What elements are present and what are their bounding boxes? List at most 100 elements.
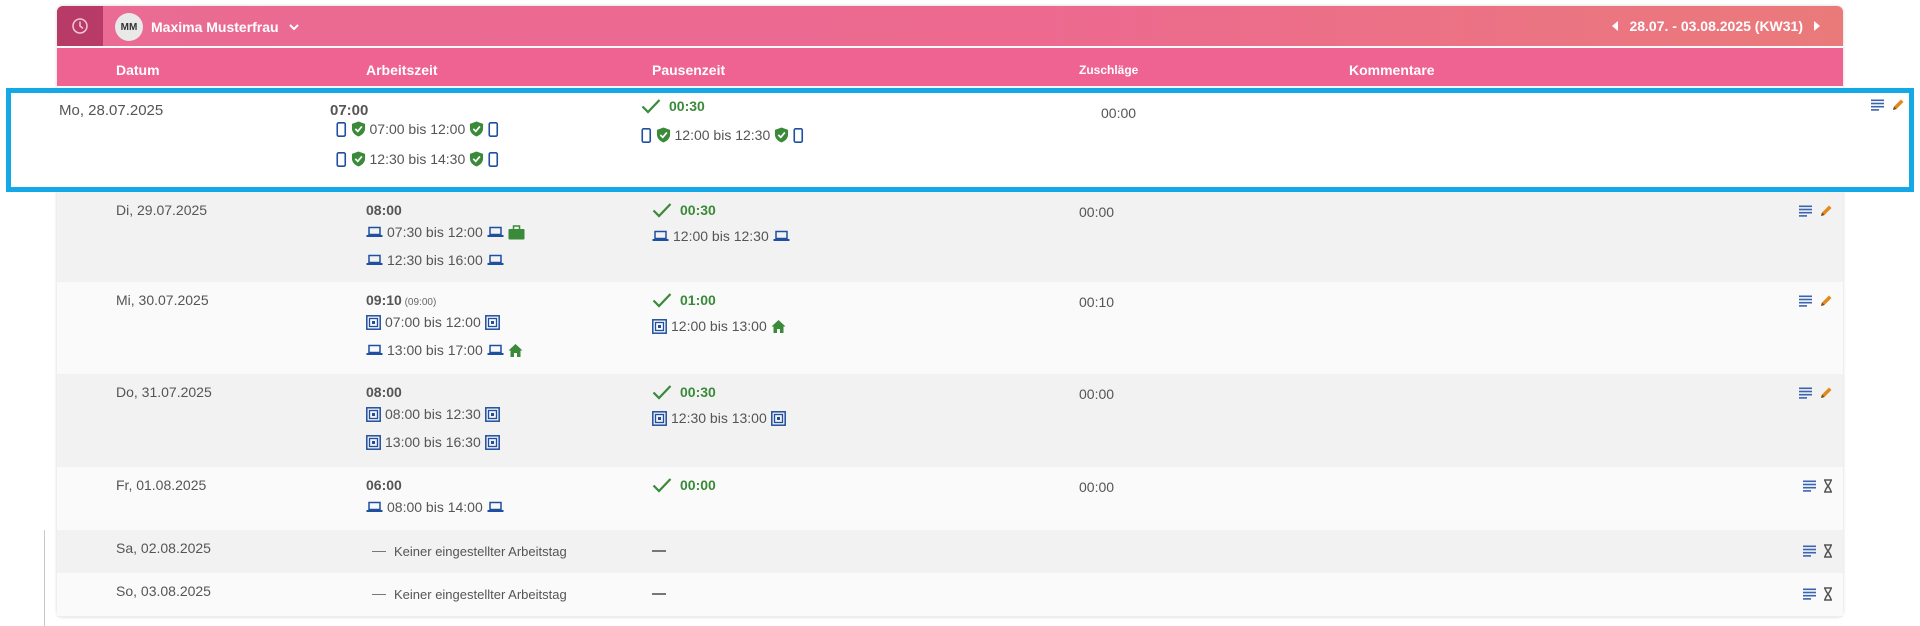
day-date: Mo, 28.07.2025 — [59, 102, 164, 119]
work-entry[interactable]: 13:00 bis 16:30 — [366, 434, 500, 450]
terminal-icon — [484, 314, 500, 330]
check-shield-icon — [351, 121, 366, 137]
edit-pencil-icon[interactable] — [1891, 98, 1905, 112]
notes-icon[interactable] — [1803, 480, 1817, 492]
work-entry[interactable]: 12:30 bis 16:00 — [366, 252, 504, 268]
surcharge-value: 00:10 — [1079, 294, 1115, 310]
time-range-text: 13:00 bis 16:30 — [385, 434, 481, 450]
check-icon — [652, 384, 672, 400]
time-range-text: 12:30 bis 13:00 — [671, 410, 767, 426]
work-entry[interactable]: 07:00 bis 12:00 — [336, 121, 499, 137]
laptop-icon — [487, 344, 504, 356]
notes-icon[interactable] — [1799, 387, 1813, 399]
avatar: MM — [115, 13, 143, 41]
week-range: 28.07. - 03.08.2025 (KW31) — [1629, 18, 1803, 34]
work-entry[interactable]: 13:00 bis 17:00 — [366, 342, 523, 358]
pause-entry[interactable]: 12:00 bis 12:30 — [652, 228, 790, 244]
row-actions — [1799, 386, 1833, 400]
day-row[interactable]: Mi, 30.07.2025 09:10 (09:00) 07:00 bis 12:… — [57, 282, 1843, 375]
phone-icon — [488, 151, 499, 167]
terminal-icon — [652, 318, 667, 334]
notes-icon[interactable] — [1799, 205, 1813, 217]
work-total: 06:00 — [366, 477, 402, 493]
hourglass-icon[interactable] — [1823, 544, 1833, 558]
hourglass-icon[interactable] — [1823, 587, 1833, 601]
caret-right-icon — [1814, 21, 1820, 31]
user-name: Maxima Musterfrau — [151, 19, 279, 35]
terminal-icon — [484, 434, 500, 450]
laptop-icon — [366, 254, 383, 266]
edit-pencil-icon[interactable] — [1819, 294, 1833, 308]
time-range-text: 12:30 bis 14:30 — [369, 151, 466, 167]
row-actions — [1803, 587, 1833, 601]
day-row[interactable]: Fr, 01.08.2025 06:00 08:00 bis 14:00 00:00 0… — [57, 467, 1843, 531]
work-target-hint: (09:00) — [401, 297, 437, 308]
laptop-icon — [366, 226, 383, 238]
pause-total: 00:00 — [652, 477, 716, 493]
user-selector[interactable]: MM Maxima Musterfrau — [115, 13, 301, 41]
column-header-pausenzeit[interactable]: Pausenzeit — [652, 48, 725, 86]
time-range-text: 12:30 bis 16:00 — [387, 252, 483, 268]
laptop-icon — [487, 226, 504, 238]
terminal-icon — [366, 406, 381, 422]
notes-icon[interactable] — [1871, 99, 1885, 111]
next-week-button[interactable] — [1813, 20, 1821, 32]
day-row[interactable]: So, 03.08.2025 Keiner eingestellter Arbei… — [57, 573, 1843, 617]
work-entry[interactable]: 07:00 bis 12:00 — [366, 314, 500, 330]
previous-week-button[interactable] — [1611, 20, 1619, 32]
pause-total: 01:00 — [652, 292, 716, 308]
clock-icon — [72, 18, 88, 34]
pause-entry[interactable]: 12:00 bis 12:30 — [641, 127, 804, 143]
laptop-icon — [652, 230, 669, 242]
clock-button[interactable] — [57, 6, 103, 46]
column-header-arbeitszeit[interactable]: Arbeitszeit — [366, 48, 438, 86]
day-row[interactable]: Di, 29.07.2025 08:00 07:30 bis 12:00 12:30 … — [57, 192, 1843, 283]
time-range-text: 08:00 bis 12:30 — [385, 406, 481, 422]
surcharge-value: 00:00 — [1079, 479, 1115, 495]
edit-pencil-icon[interactable] — [1819, 204, 1833, 218]
terminal-icon — [484, 406, 500, 422]
pause-entry[interactable]: 12:30 bis 13:00 — [652, 410, 786, 426]
day-date: Do, 31.07.2025 — [116, 384, 212, 400]
no-workday-label: Keiner eingestellter Arbeitstag — [372, 587, 567, 602]
time-range-text: 12:00 bis 13:00 — [671, 318, 767, 334]
work-total: 08:00 — [366, 384, 402, 400]
terminal-icon — [366, 434, 381, 450]
day-date: Di, 29.07.2025 — [116, 202, 208, 218]
day-row[interactable]: Do, 31.07.2025 08:00 08:00 bis 12:30 13:00 … — [57, 374, 1843, 468]
home-icon — [771, 319, 786, 334]
column-header-kommentare[interactable]: Kommentare — [1349, 48, 1435, 86]
work-total: 09:10 (09:00) — [366, 292, 436, 308]
row-actions — [1799, 294, 1833, 308]
hourglass-icon[interactable] — [1823, 479, 1833, 493]
dash-icon — [372, 550, 386, 553]
day-date: So, 03.08.2025 — [116, 583, 211, 599]
notes-icon[interactable] — [1803, 588, 1817, 600]
day-row[interactable]: Sa, 02.08.2025 Keiner eingestellter Arbei… — [57, 530, 1843, 574]
briefcase-icon — [508, 224, 525, 240]
dash-icon — [652, 550, 666, 552]
no-workday-text: Keiner eingestellter Arbeitstag — [394, 544, 567, 559]
pause-total: 00:30 — [641, 98, 705, 114]
terminal-icon — [652, 410, 667, 426]
check-shield-icon — [351, 151, 366, 167]
pause-entry[interactable]: 12:00 bis 13:00 — [652, 318, 786, 334]
check-shield-icon — [656, 127, 671, 143]
column-header-datum[interactable]: Datum — [116, 48, 160, 86]
work-entry[interactable]: 07:30 bis 12:00 — [366, 224, 525, 240]
pause-total: 00:30 — [652, 202, 716, 218]
row-actions — [1803, 544, 1833, 558]
column-header-zuschlaege[interactable]: Zuschläge — [1079, 48, 1138, 86]
work-entry[interactable]: 08:00 bis 14:00 — [366, 499, 504, 515]
check-shield-icon — [469, 121, 484, 137]
timesheet-topbar: MM Maxima Musterfrau 28.07. - 03.08.2025… — [57, 6, 1843, 46]
work-entry[interactable]: 12:30 bis 14:30 — [336, 151, 499, 167]
notes-icon[interactable] — [1803, 545, 1817, 557]
work-entry[interactable]: 08:00 bis 12:30 — [366, 406, 500, 422]
notes-icon[interactable] — [1799, 295, 1813, 307]
edit-pencil-icon[interactable] — [1819, 386, 1833, 400]
pause-total-value: 01:00 — [680, 292, 716, 308]
check-icon — [652, 202, 672, 218]
time-range-text: 12:00 bis 12:30 — [673, 228, 769, 244]
day-row-selected[interactable]: Mo, 28.07.2025 07:00 07:00 bis 12:00 12:30 … — [6, 88, 1914, 192]
